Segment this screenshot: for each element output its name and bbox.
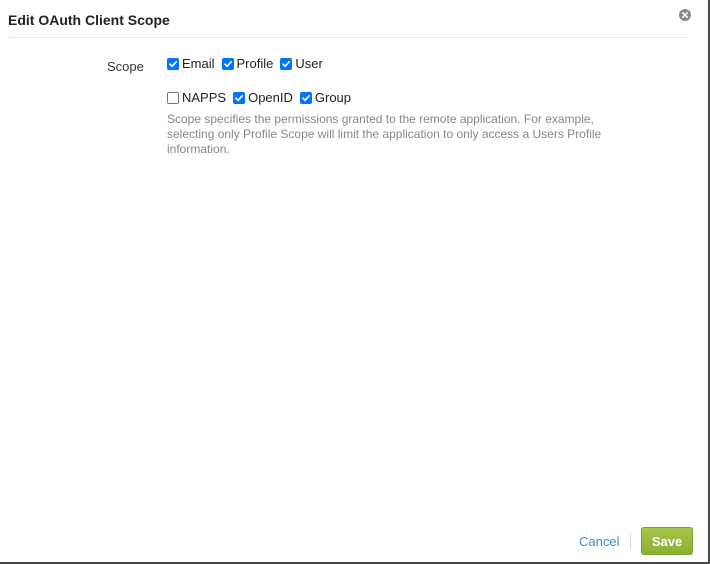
group-checkbox-label: Group	[314, 90, 352, 105]
scope-options-row-1: Email Profile User	[167, 56, 330, 71]
scope-option-napps[interactable]: NAPPS	[167, 90, 226, 105]
scope-option-profile[interactable]: Profile	[221, 56, 274, 71]
scope-label: Scope	[107, 59, 144, 74]
save-button[interactable]: Save	[641, 527, 693, 555]
footer-divider	[630, 533, 631, 549]
openid-checkbox-label: OpenID	[248, 90, 293, 105]
napps-checkbox[interactable]	[167, 91, 179, 104]
user-checkbox-label: User	[295, 56, 323, 71]
cancel-button[interactable]: Cancel	[579, 534, 619, 549]
napps-checkbox-label: NAPPS	[182, 90, 227, 105]
scope-help-text: Scope specifies the permissions granted …	[167, 112, 602, 156]
scope-options-row-2: NAPPS OpenID Group	[167, 90, 358, 105]
dialog-header: Edit OAuth Client Scope	[8, 0, 688, 38]
scope-option-group[interactable]: Group	[299, 90, 352, 105]
scope-option-openid[interactable]: OpenID	[233, 90, 293, 105]
close-icon[interactable]	[679, 9, 691, 21]
user-checkbox[interactable]	[280, 57, 293, 70]
dialog-title: Edit OAuth Client Scope	[8, 12, 170, 28]
edit-oauth-client-scope-dialog: Edit OAuth Client Scope Scope Email Prof…	[0, 0, 710, 564]
profile-checkbox[interactable]	[221, 57, 234, 70]
scope-option-user[interactable]: User	[280, 56, 323, 71]
email-checkbox[interactable]	[167, 57, 179, 70]
profile-checkbox-label: Profile	[236, 56, 274, 71]
group-checkbox[interactable]	[299, 91, 312, 104]
scope-option-email[interactable]: Email	[167, 56, 215, 71]
email-checkbox-label: Email	[182, 56, 215, 71]
openid-checkbox[interactable]	[233, 91, 246, 104]
